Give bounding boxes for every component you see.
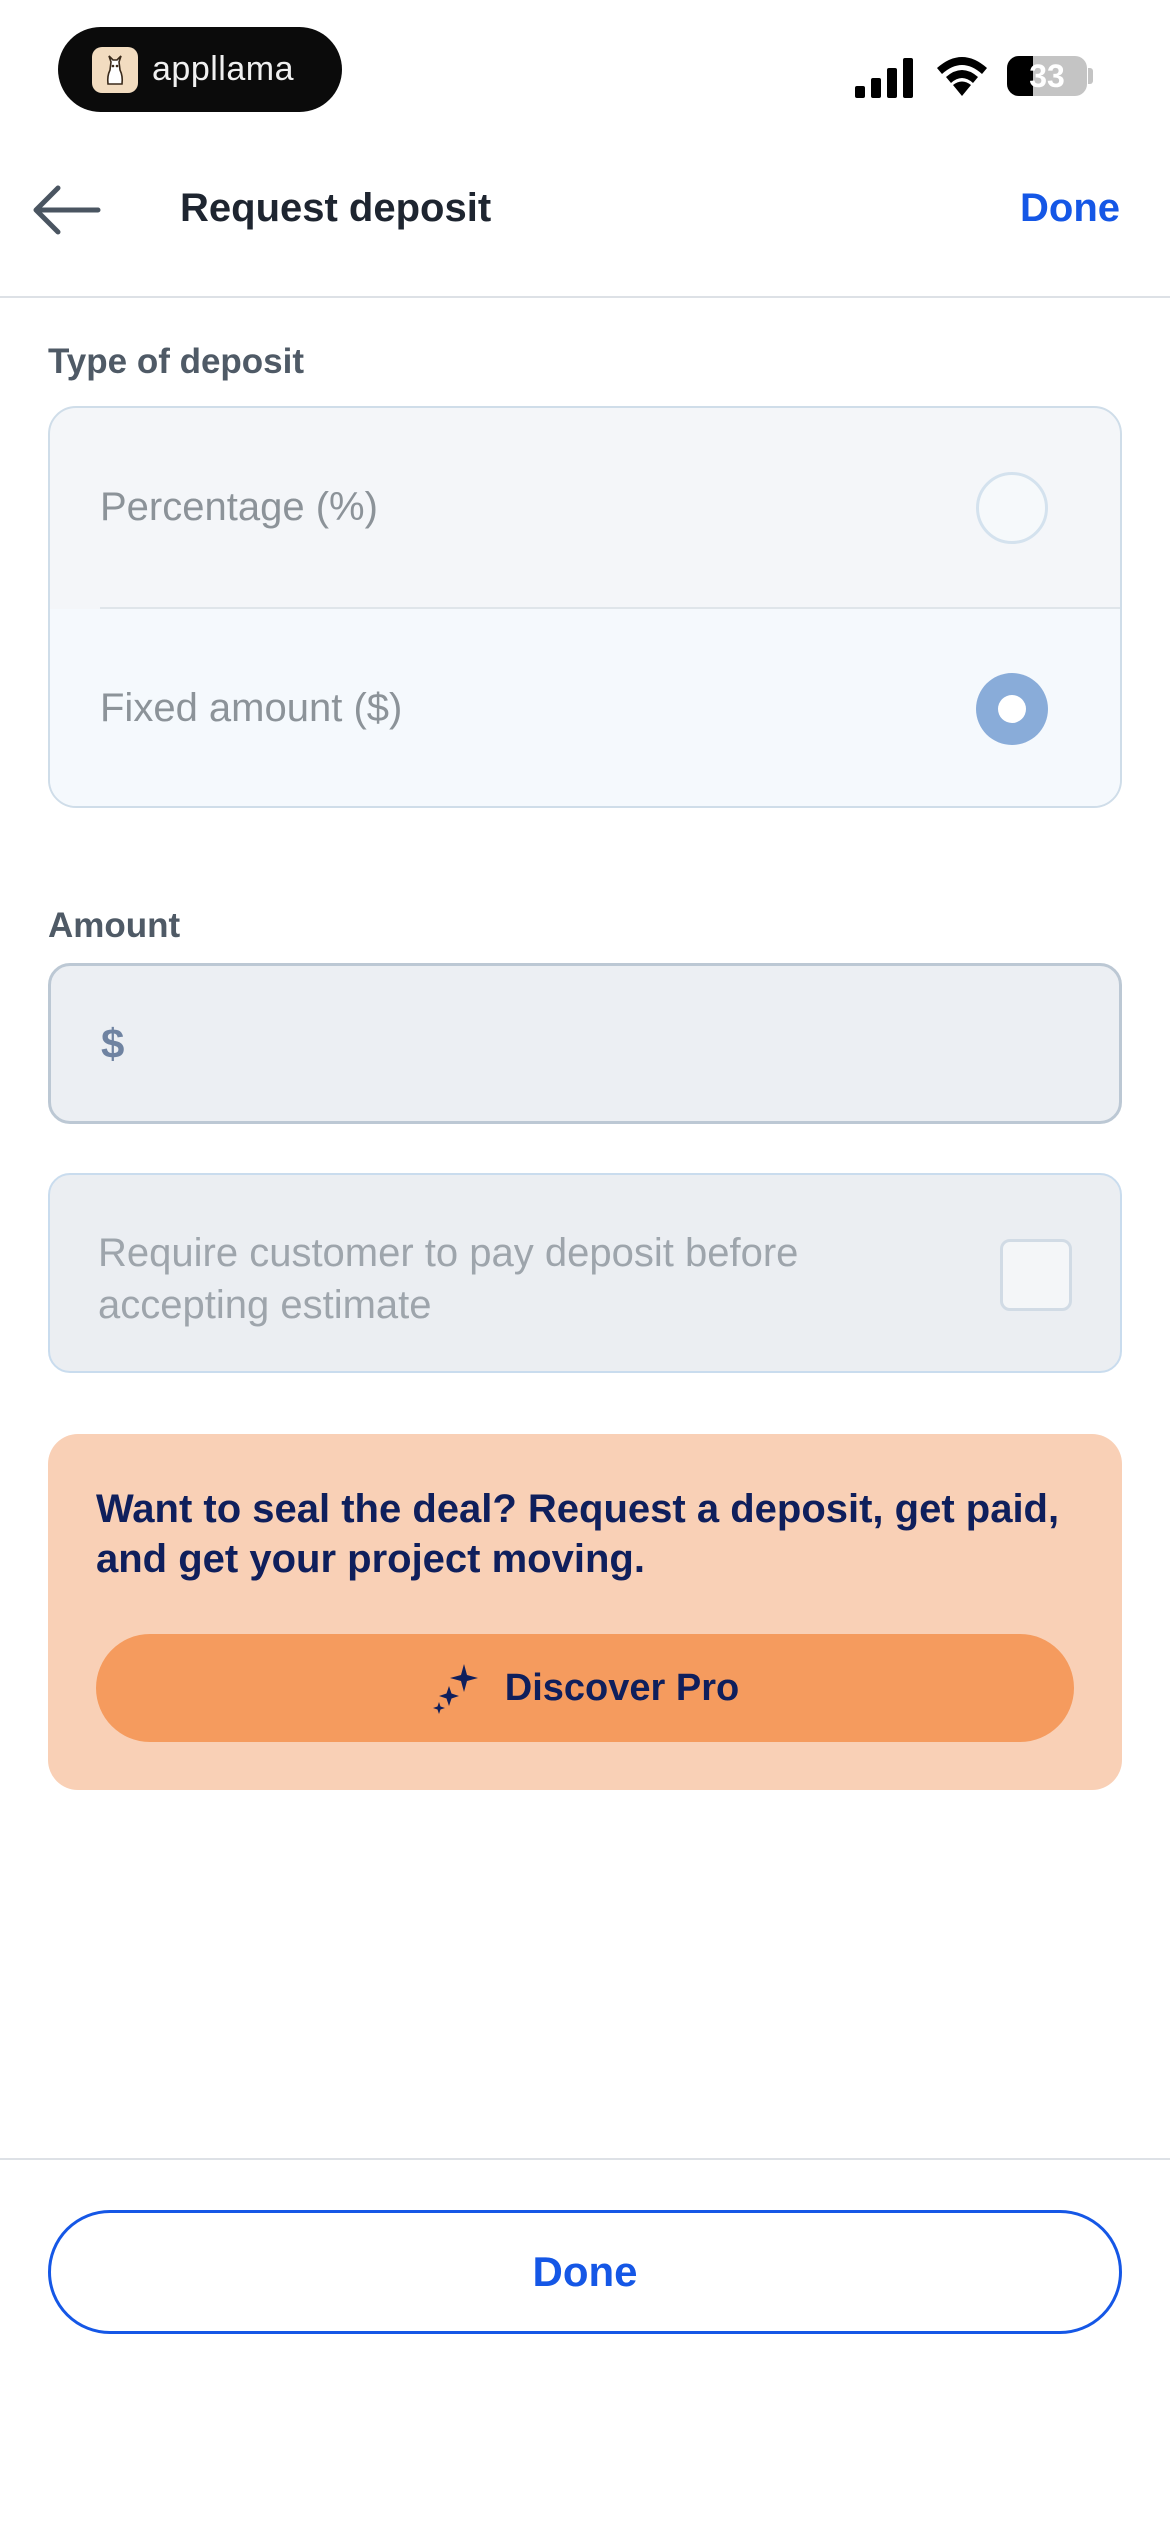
radio-option-fixed-amount[interactable]: Fixed amount ($): [50, 609, 1120, 806]
request-deposit-screen: appllama 33 Request deposit Done Type of…: [0, 0, 1170, 2532]
radio-selected-dot: [998, 694, 1026, 723]
cellular-signal-icon: [855, 58, 913, 98]
promo-message: Want to seal the deal? Request a deposit…: [96, 1487, 1060, 1581]
page-title: Request deposit: [180, 186, 492, 230]
amount-label: Amount: [48, 906, 181, 945]
app-pill: appllama: [58, 27, 342, 112]
discover-pro-label: Discover Pro: [504, 1666, 740, 1709]
llama-logo-icon: [92, 46, 138, 93]
require-deposit-option[interactable]: Require customer to pay deposit before a…: [48, 1173, 1122, 1373]
app-pill-label: appllama: [152, 50, 294, 88]
battery-cap: [1088, 68, 1093, 84]
radio-button-unselected[interactable]: [976, 471, 1048, 544]
footer-done-label: Done: [532, 2248, 638, 2295]
amount-input[interactable]: [124, 966, 1119, 1121]
deposit-type-radio-group: Percentage (%) Fixed amount ($): [48, 406, 1122, 808]
discover-pro-button[interactable]: Discover Pro: [96, 1634, 1074, 1742]
deposit-type-label: Type of deposit: [48, 342, 305, 381]
header-done-button[interactable]: Done: [1020, 186, 1120, 231]
wifi-icon: [937, 57, 987, 96]
amount-field[interactable]: $: [48, 963, 1122, 1124]
radio-option-label: Percentage (%): [100, 485, 378, 529]
require-deposit-label: Require customer to pay deposit before a…: [98, 1231, 799, 1327]
battery-indicator: 33: [1007, 56, 1087, 96]
footer-done-button[interactable]: Done: [48, 2210, 1122, 2334]
currency-prefix: $: [101, 1019, 125, 1067]
radio-option-label: Fixed amount ($): [100, 686, 403, 730]
radio-button-selected[interactable]: [976, 672, 1048, 745]
battery-level: 33: [1029, 57, 1065, 94]
radio-option-percentage[interactable]: Percentage (%): [50, 408, 1120, 607]
pro-promo-banner: Want to seal the deal? Request a deposit…: [48, 1434, 1122, 1790]
top-nav-bar: Request deposit Done: [0, 150, 1170, 298]
sparkles-icon: [432, 1664, 478, 1714]
back-arrow-icon[interactable]: [28, 180, 104, 240]
status-bar: appllama 33: [0, 0, 1170, 150]
require-deposit-checkbox[interactable]: [1000, 1239, 1072, 1311]
footer-divider: [0, 2158, 1170, 2160]
